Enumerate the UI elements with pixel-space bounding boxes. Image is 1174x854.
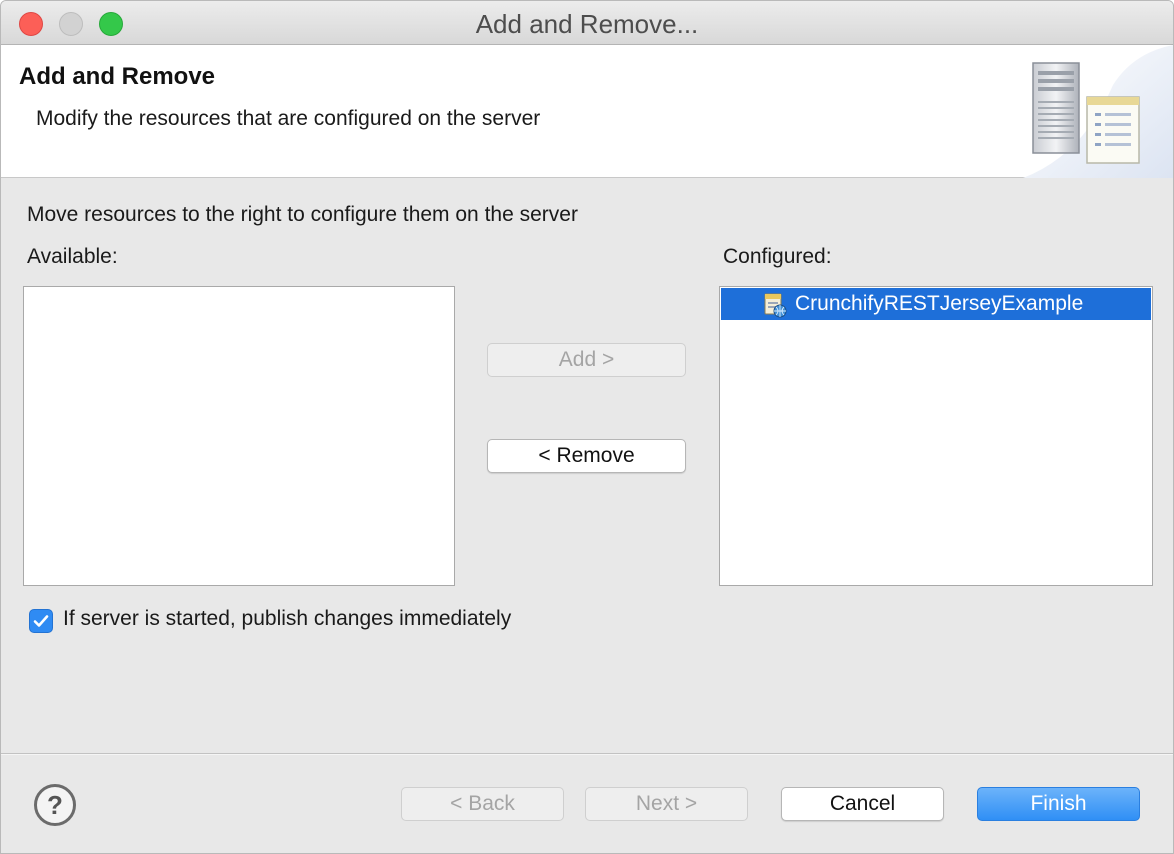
page-title: Add and Remove: [19, 63, 216, 90]
web-project-icon: [764, 293, 787, 318]
configured-list[interactable]: CrunchifyRESTJerseyExample: [719, 286, 1153, 586]
footer-separator: [1, 753, 1173, 755]
next-button[interactable]: Next >: [585, 787, 748, 821]
list-item[interactable]: CrunchifyRESTJerseyExample: [721, 288, 1151, 320]
page-description: Modify the resources that are configured…: [36, 107, 541, 130]
finish-button[interactable]: Finish: [977, 787, 1140, 821]
publish-checkbox[interactable]: [29, 609, 53, 633]
wizard-banner: Add and Remove Modify the resources that…: [1, 45, 1173, 178]
help-icon[interactable]: ?: [34, 784, 76, 826]
server-banner-icon: [1023, 45, 1173, 178]
checkmark-icon: [33, 615, 49, 627]
publish-checkbox-label[interactable]: If server is started, publish changes im…: [63, 607, 511, 631]
add-button[interactable]: Add >: [487, 343, 686, 377]
dialog-window: Add and Remove... Add and Remove Modify …: [0, 0, 1174, 854]
title-bar[interactable]: Add and Remove...: [1, 1, 1173, 45]
available-label: Available:: [27, 245, 118, 268]
configured-label: Configured:: [723, 245, 832, 268]
available-list[interactable]: [23, 286, 455, 586]
list-item-label: CrunchifyRESTJerseyExample: [795, 292, 1084, 315]
window-title: Add and Remove...: [475, 9, 699, 39]
remove-button[interactable]: < Remove: [487, 439, 686, 473]
back-button[interactable]: < Back: [401, 787, 564, 821]
instruction-text: Move resources to the right to configure…: [27, 203, 578, 226]
cancel-button[interactable]: Cancel: [781, 787, 944, 821]
